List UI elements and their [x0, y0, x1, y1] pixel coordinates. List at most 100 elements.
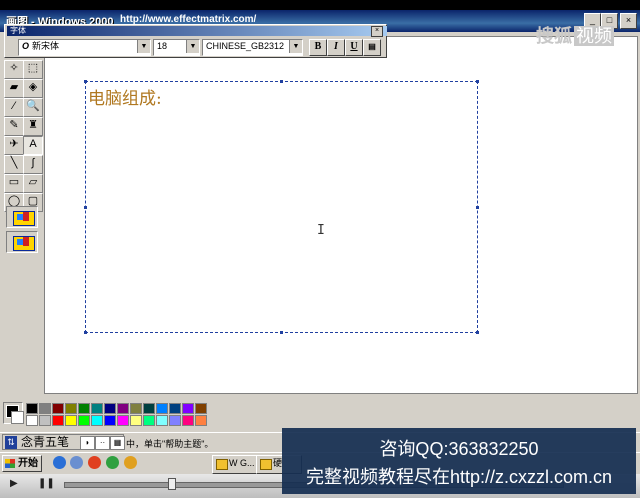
close-button[interactable]: ×: [620, 13, 637, 29]
color-swatch[interactable]: [39, 403, 51, 414]
color-picker-tool-icon[interactable]: ⁄: [4, 98, 24, 117]
color-swatch[interactable]: [195, 415, 207, 426]
airbrush-tool-icon[interactable]: ✈: [4, 136, 24, 155]
polygon-tool-icon[interactable]: ▱: [23, 174, 43, 193]
resize-handle[interactable]: [84, 331, 87, 334]
color-swatch[interactable]: [104, 403, 116, 414]
resize-handle[interactable]: [476, 206, 479, 209]
color-swatch[interactable]: [65, 403, 77, 414]
color-swatch[interactable]: [182, 403, 194, 414]
color-swatch[interactable]: [52, 415, 64, 426]
status-help-text: 中，单击"帮助主题"。: [126, 439, 214, 449]
promo-overlay: 咨询QQ:363832250 完整视频教程尽在http://z.cxzzl.co…: [282, 428, 636, 494]
start-button[interactable]: 开始: [2, 455, 42, 472]
bold-button[interactable]: B: [309, 39, 327, 56]
eraser-tool-icon[interactable]: ▰: [4, 79, 24, 98]
current-colors-icon[interactable]: [3, 402, 24, 424]
ime-name: 念青五笔: [21, 435, 70, 449]
font-name-value: 新宋体: [32, 41, 60, 51]
pencil-tool-icon[interactable]: ✎: [4, 117, 24, 136]
app-quicklaunch-icon[interactable]: [124, 456, 137, 469]
color-swatch[interactable]: [130, 415, 142, 426]
chevron-down-icon[interactable]: ▼: [186, 40, 199, 53]
taskbar-item-label: 硬: [273, 458, 283, 468]
windows-logo-icon: [5, 459, 15, 468]
tool-palette: ✧ ⬚ ▰ ◈ ⁄ 🔍 ✎ ♜ ✈ A ╲ ∫ ▭ ▱ ◯ ▢: [2, 60, 44, 260]
ime-punct-toggle[interactable]: ··: [95, 436, 110, 450]
chevron-down-icon[interactable]: ▼: [137, 40, 150, 53]
resize-handle[interactable]: [280, 80, 283, 83]
magnifier-tool-icon[interactable]: 🔍: [23, 98, 43, 117]
color-swatch[interactable]: [195, 403, 207, 414]
font-size-value: 18: [157, 41, 168, 51]
taskbar-item-label: W G...: [229, 458, 255, 468]
ime-logo-icon[interactable]: ⇅: [5, 436, 17, 449]
color-swatch[interactable]: [156, 415, 168, 426]
ime-shape-toggle[interactable]: ◗: [80, 436, 95, 450]
pause-button[interactable]: ❚❚: [38, 478, 55, 489]
soft-keyboard-icon[interactable]: ▦: [110, 436, 125, 450]
color-swatch[interactable]: [117, 403, 129, 414]
rect-select-tool-icon[interactable]: ⬚: [23, 60, 43, 79]
italic-button[interactable]: I: [327, 39, 345, 56]
resize-handle[interactable]: [280, 331, 283, 334]
ie-quicklaunch-icon[interactable]: [53, 456, 66, 469]
line-tool-icon[interactable]: ╲: [4, 155, 24, 174]
color-swatch[interactable]: [143, 415, 155, 426]
opaque-option-icon[interactable]: [6, 231, 38, 253]
color-swatch[interactable]: [182, 415, 194, 426]
color-swatch[interactable]: [104, 415, 116, 426]
app-quicklaunch-icon[interactable]: [106, 456, 119, 469]
color-swatch[interactable]: [39, 415, 51, 426]
curve-tool-icon[interactable]: ∫: [23, 155, 43, 174]
app-icon: [216, 459, 228, 470]
canvas-text: 电脑组成:: [88, 89, 162, 109]
font-script-value: CHINESE_GB2312: [206, 41, 285, 51]
font-size-select[interactable]: 18 ▼: [153, 39, 200, 56]
promo-site: 完整视频教程尽在http://z.cxzzl.com.cn: [305, 467, 613, 487]
resize-handle[interactable]: [84, 80, 87, 83]
media-quicklaunch-icon[interactable]: [88, 456, 101, 469]
color-swatch[interactable]: [65, 415, 77, 426]
chevron-down-icon[interactable]: ▼: [289, 40, 302, 53]
color-swatch[interactable]: [78, 415, 90, 426]
color-swatch[interactable]: [143, 403, 155, 414]
seek-knob[interactable]: [168, 478, 176, 490]
underline-button[interactable]: U: [345, 39, 363, 56]
app-icon: [260, 459, 272, 470]
color-swatch[interactable]: [26, 415, 38, 426]
color-swatch[interactable]: [91, 415, 103, 426]
desktop-quicklaunch-icon[interactable]: [70, 456, 83, 469]
text-input-box[interactable]: [84, 80, 479, 334]
color-swatch[interactable]: [169, 403, 181, 414]
font-name-select[interactable]: O 新宋体 ▼: [18, 39, 151, 56]
watermark-tag: 视频: [574, 26, 614, 46]
text-tool-icon[interactable]: A: [23, 136, 43, 155]
color-swatch[interactable]: [130, 403, 142, 414]
fill-tool-icon[interactable]: ◈: [23, 79, 43, 98]
color-swatch[interactable]: [78, 403, 90, 414]
color-swatch[interactable]: [91, 403, 103, 414]
vertical-text-button[interactable]: ▤: [363, 39, 381, 56]
color-swatch[interactable]: [26, 403, 38, 414]
play-button[interactable]: ▶: [10, 478, 18, 489]
resize-handle[interactable]: [84, 206, 87, 209]
free-select-tool-icon[interactable]: ✧: [4, 60, 24, 79]
font-type-icon: O: [22, 41, 30, 51]
color-swatch[interactable]: [117, 415, 129, 426]
resize-handle[interactable]: [476, 80, 479, 83]
ime-toolbar[interactable]: ⇅ 念青五笔 ◗ ·· ▦: [2, 434, 125, 450]
start-label: 开始: [18, 458, 38, 469]
resize-handle[interactable]: [476, 331, 479, 334]
text-cursor: I: [317, 223, 325, 238]
font-toolbar-close-button[interactable]: ×: [371, 26, 383, 37]
font-script-select[interactable]: CHINESE_GB2312 ▼: [202, 39, 303, 56]
rectangle-tool-icon[interactable]: ▭: [4, 174, 24, 193]
color-swatch[interactable]: [169, 415, 181, 426]
sohu-video-watermark: 搜狐 视频: [536, 22, 614, 48]
color-swatch[interactable]: [156, 403, 168, 414]
brush-tool-icon[interactable]: ♜: [23, 117, 43, 136]
transparent-option-icon[interactable]: [6, 206, 38, 228]
color-swatch[interactable]: [52, 403, 64, 414]
font-toolbar-caption[interactable]: 字体: [7, 26, 387, 36]
